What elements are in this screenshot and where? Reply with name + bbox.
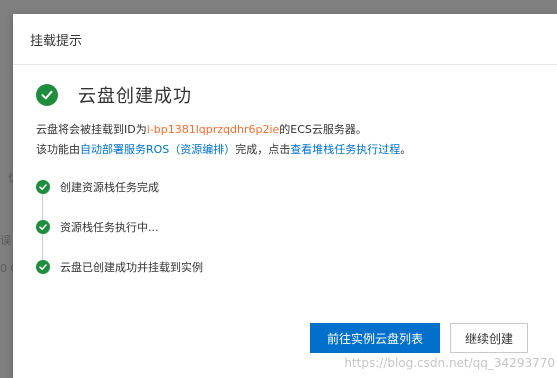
ros-description: 该功能由自动部署服务ROS（资源编排）完成，点击查看堆栈任务执行过程。: [36, 141, 411, 157]
check-icon: [36, 180, 50, 194]
success-title: 云盘创建成功: [78, 86, 192, 107]
step-item: 创建资源栈任务完成: [36, 179, 159, 195]
desc-text: 云盘将会被挂载到ID为: [36, 123, 147, 136]
step-label: 云盘已创建成功并挂载到实例: [60, 261, 203, 274]
continue-create-button[interactable]: 继续创建: [450, 323, 528, 353]
dialog-header: 挂载提示: [13, 14, 557, 65]
desc-text: 。: [400, 143, 412, 156]
go-to-disk-list-button[interactable]: 前往实例云盘列表: [310, 323, 440, 353]
watermark: https://blog.csdn.net/qq_34293770: [344, 356, 555, 370]
desc-text: 的ECS云服务器。: [279, 123, 367, 136]
dialog-title: 挂载提示: [30, 33, 83, 49]
step-label: 创建资源栈任务完成: [60, 181, 159, 194]
mount-dialog: 挂载提示 云盘创建成功 云盘将会被挂载到ID为i-bp1381lqprzqdhr…: [13, 14, 557, 378]
step-label: 资源栈任务执行中...: [60, 221, 159, 234]
step-item: 云盘已创建成功并挂载到实例: [36, 259, 203, 275]
step-item: 资源栈任务执行中...: [36, 219, 159, 235]
mount-description: 云盘将会被挂载到ID为i-bp1381lqprzqdhr6p2ie的ECS云服务…: [36, 121, 367, 137]
step-list: 创建资源栈任务完成 资源栈任务执行中... 云盘已创建成功并挂载到实例: [36, 177, 336, 297]
backdrop-text: 误: [0, 234, 11, 247]
instance-id: i-bp1381lqprzqdhr6p2ie: [146, 123, 280, 136]
view-stack-progress-link[interactable]: 查看堆栈任务执行过程: [290, 143, 400, 156]
success-row: 云盘创建成功: [36, 82, 192, 108]
check-icon: [36, 220, 50, 234]
ros-link[interactable]: 自动部署服务ROS（资源编排）: [80, 143, 235, 156]
desc-text: 完成，点击: [235, 143, 291, 156]
check-icon: [36, 260, 50, 274]
success-check-icon: [36, 84, 58, 106]
desc-text: 该功能由: [36, 143, 80, 156]
